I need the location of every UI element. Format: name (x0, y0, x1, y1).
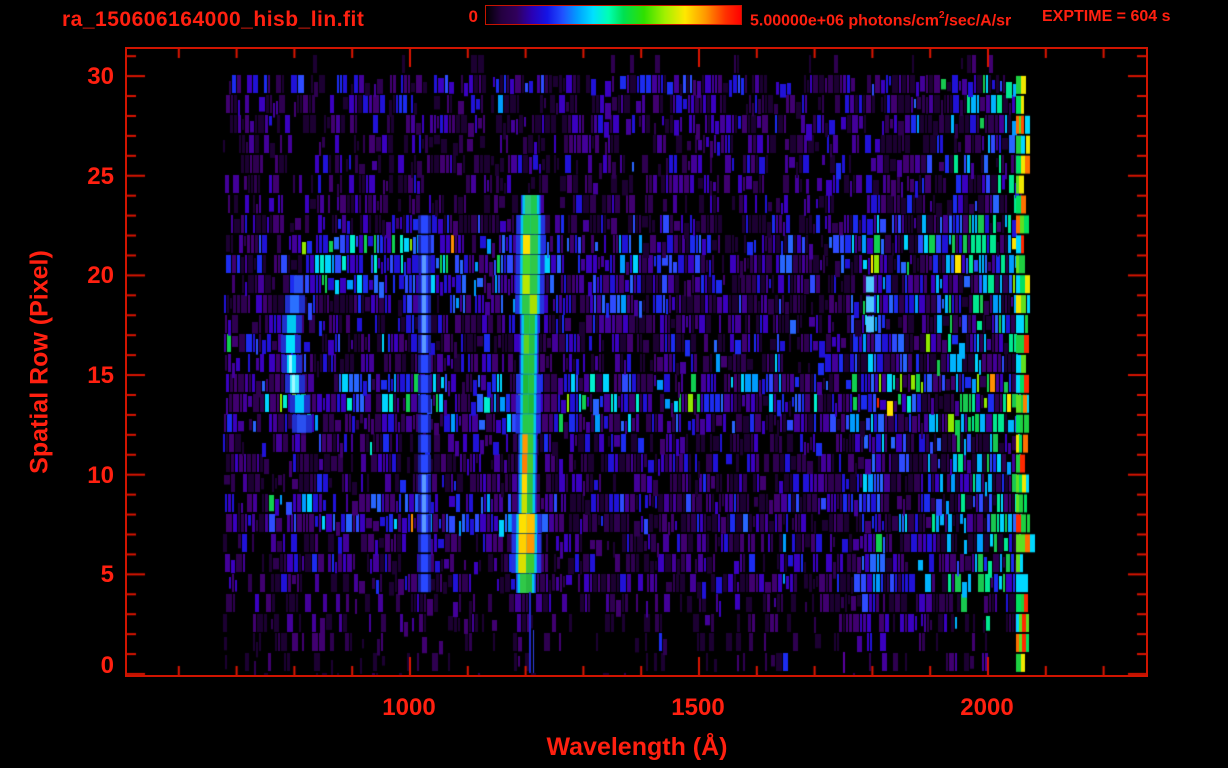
colorbar-units-suffix: /sec/A/sr (945, 12, 1012, 29)
x-tick-label: 2000 (942, 694, 1032, 722)
y-tick-label: 10 (34, 462, 114, 490)
plot-frame (125, 47, 1148, 677)
exptime-label: EXPTIME = 604 s (1042, 7, 1171, 27)
x-axis-label: Wavelength (Å) (437, 733, 837, 762)
y-tick-label: 15 (34, 362, 114, 390)
colorbar-gradient (486, 6, 741, 24)
y-tick-label: 20 (34, 262, 114, 290)
y-tick-label: 0 (34, 652, 114, 680)
colorbar-min-label: 0 (434, 7, 478, 27)
colorbar-max-label: 5.00000e+06 photons/cm2/sec/A/sr (750, 7, 1011, 27)
viewer-window: ra_150606164000_hisb_lin.fit 0 5.00000e+… (0, 0, 1228, 768)
file-title: ra_150606164000_hisb_lin.fit (62, 8, 364, 32)
x-tick-label: 1500 (653, 694, 743, 722)
colorbar-units-prefix: photons/cm (844, 12, 939, 29)
colorbar-max-value: 5.00000e+06 (750, 12, 844, 29)
y-tick-label: 5 (34, 561, 114, 589)
y-tick-label: 30 (34, 63, 114, 91)
y-tick-label: 25 (34, 163, 114, 191)
x-tick-label: 1000 (364, 694, 454, 722)
colorbar-units-superscript: 2 (939, 10, 945, 21)
colorbar (485, 5, 742, 25)
